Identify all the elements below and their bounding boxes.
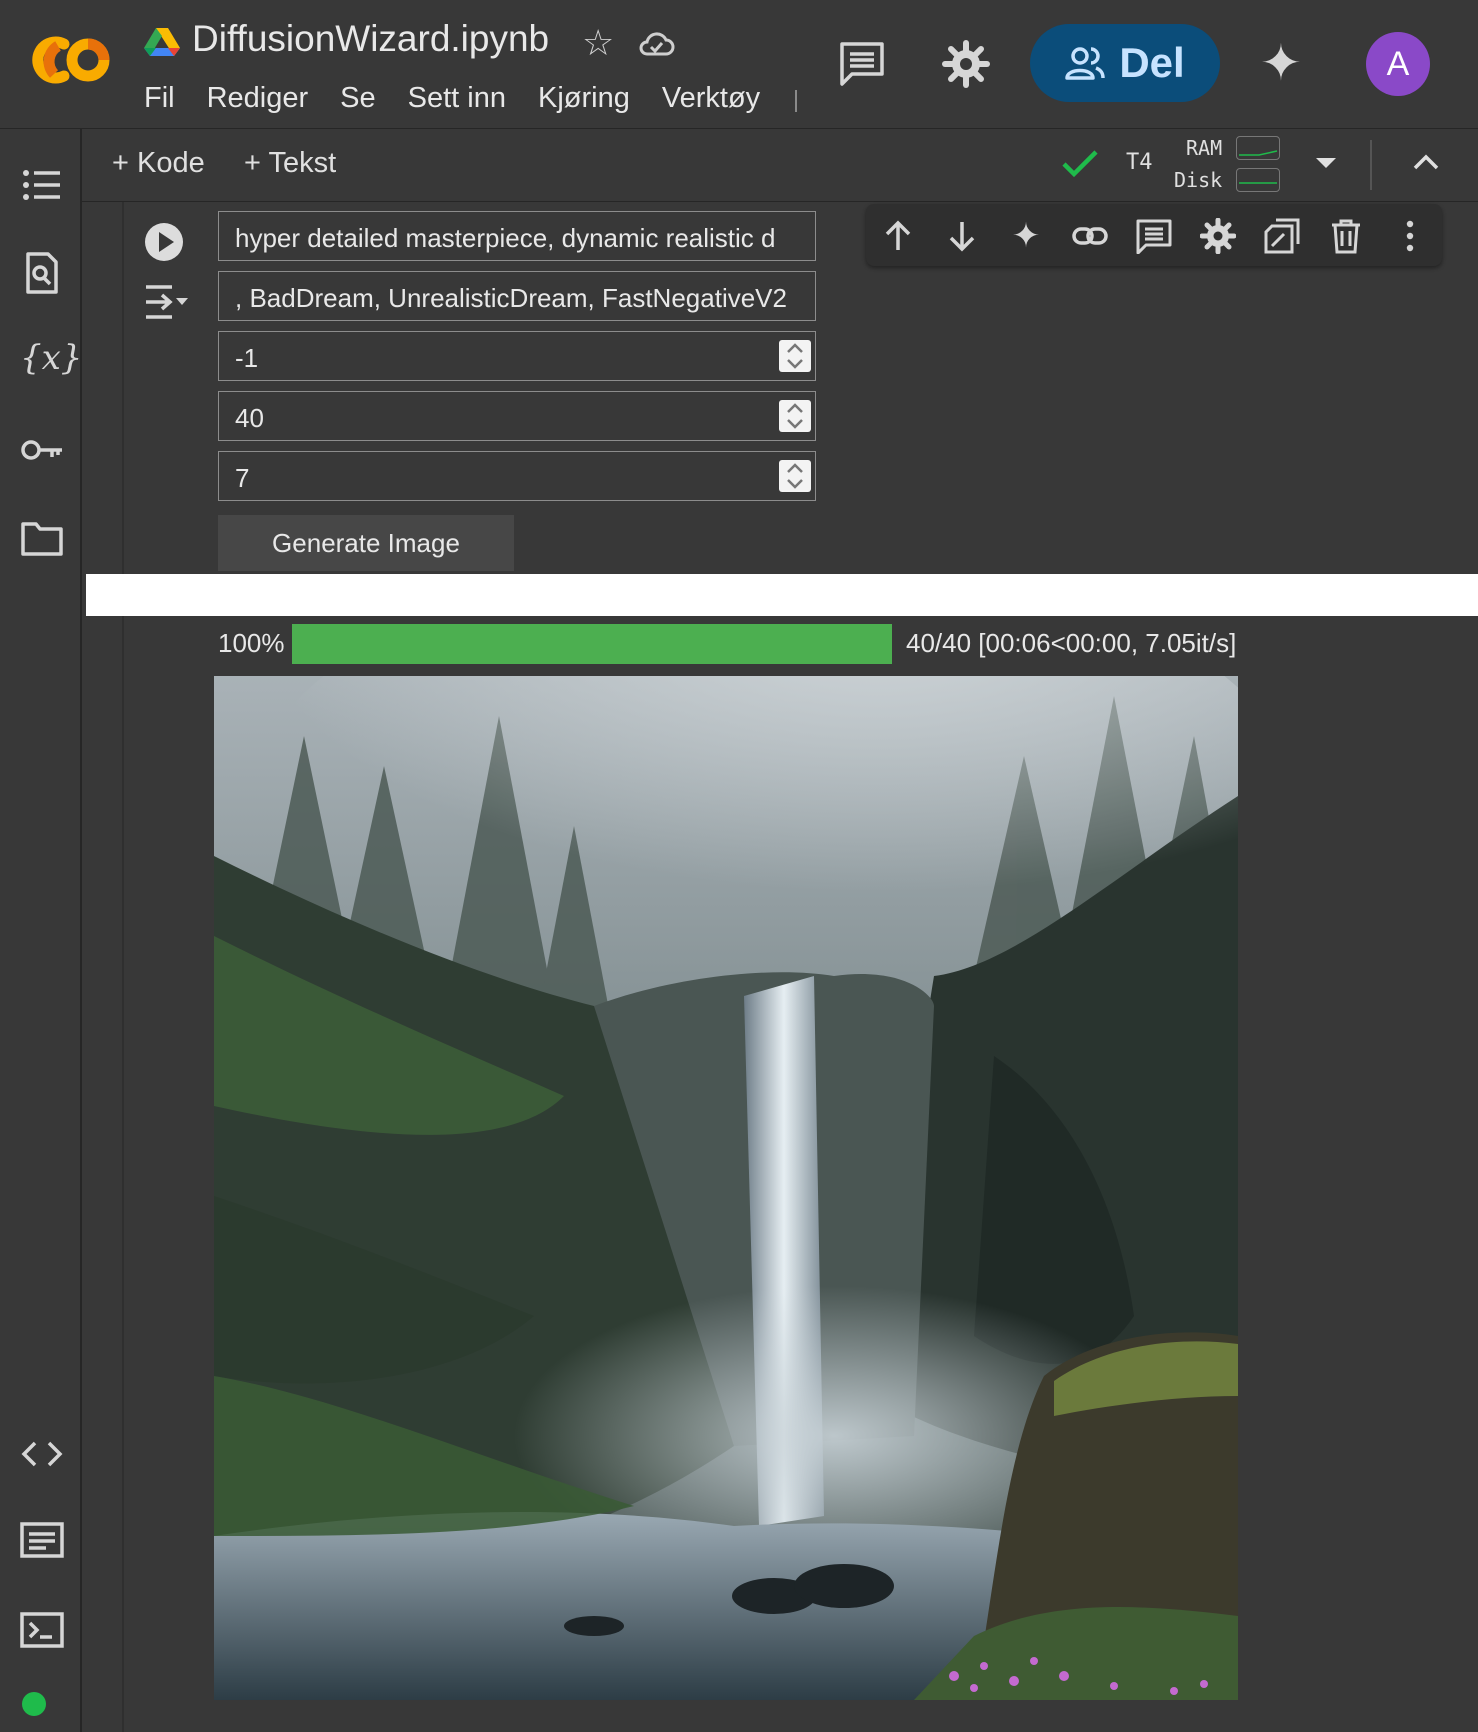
steps-stepper[interactable]	[779, 400, 811, 432]
output-separator	[86, 574, 1478, 616]
chevron-up-icon[interactable]	[1412, 150, 1440, 174]
terminal-icon[interactable]	[20, 1608, 64, 1652]
guidance-input[interactable]: 7	[218, 451, 816, 501]
star-icon[interactable]: ☆	[582, 22, 614, 64]
connected-check-icon	[1062, 150, 1098, 178]
collapse-output-icon[interactable]	[142, 282, 190, 322]
disk-label[interactable]: Disk	[1174, 168, 1222, 192]
run-icon[interactable]	[144, 222, 184, 262]
seed-value: -1	[235, 343, 259, 373]
comment-icon[interactable]	[1136, 218, 1172, 254]
toc-icon[interactable]	[20, 163, 64, 207]
steps-value: 40	[235, 403, 264, 433]
progress-bar	[292, 624, 892, 664]
chevron-down-icon[interactable]	[1316, 158, 1336, 168]
share-people-icon	[1065, 47, 1106, 80]
gemini-sparkle-icon[interactable]: ✦	[1008, 218, 1044, 254]
add-code-button[interactable]: + Kode	[112, 147, 205, 180]
guidance-stepper[interactable]	[779, 460, 811, 492]
cloud-icon[interactable]	[636, 26, 676, 62]
progress-percent: 100%	[218, 628, 285, 658]
menu-file[interactable]: Fil	[144, 82, 175, 115]
menu-divider	[795, 90, 797, 112]
runtime-type-label[interactable]: T4	[1126, 150, 1153, 175]
code-snippets-icon[interactable]	[20, 1432, 64, 1476]
menu-tools[interactable]: Verktøy	[662, 82, 760, 115]
generated-image	[214, 676, 1238, 1700]
delete-icon[interactable]	[1328, 218, 1364, 254]
share-button[interactable]: Del	[1030, 24, 1220, 102]
arrow-down-icon[interactable]	[944, 218, 980, 254]
gear-icon[interactable]	[942, 40, 990, 88]
ram-meter[interactable]	[1236, 136, 1280, 160]
menu-bar: Fil Rediger Se Sett inn Kjøring Verktøy	[144, 82, 760, 115]
progress-bar-fill	[292, 624, 892, 664]
arrow-up-icon[interactable]	[880, 218, 916, 254]
notebook-title[interactable]: DiffusionWizard.ipynb	[192, 18, 549, 60]
comment-icon[interactable]	[838, 40, 886, 86]
add-text-button[interactable]: + Tekst	[244, 147, 336, 180]
key-icon[interactable]	[20, 428, 64, 472]
gear-icon[interactable]	[1200, 218, 1236, 254]
prompt-input[interactable]: hyper detailed masterpiece, dynamic real…	[218, 211, 816, 261]
folder-icon[interactable]	[20, 516, 64, 560]
ram-label[interactable]: RAM	[1186, 136, 1222, 160]
mirror-cell-icon[interactable]	[1264, 218, 1300, 254]
gemini-sparkle-icon[interactable]: ✦	[1260, 38, 1302, 88]
generate-image-button[interactable]: Generate Image	[218, 515, 514, 571]
find-icon[interactable]	[20, 251, 64, 295]
cell-toolbar: ✦	[866, 204, 1442, 266]
menu-view[interactable]: Se	[340, 82, 375, 115]
menu-edit[interactable]: Rediger	[207, 82, 309, 115]
drive-icon	[144, 28, 180, 56]
seed-stepper[interactable]	[779, 340, 811, 372]
connection-status-dot	[22, 1692, 46, 1716]
steps-input[interactable]: 40	[218, 391, 816, 441]
colab-logo[interactable]	[28, 30, 112, 90]
avatar[interactable]: A	[1366, 32, 1430, 96]
progress-stats: 40/40 [00:06<00:00, 7.05it/s]	[906, 628, 1237, 658]
link-icon[interactable]	[1072, 218, 1108, 254]
menu-runtime[interactable]: Kjøring	[538, 82, 630, 115]
guidance-value: 7	[235, 463, 250, 493]
variables-icon[interactable]: {𝑥}	[20, 336, 82, 380]
seed-input[interactable]: -1	[218, 331, 816, 381]
cell-gutter	[122, 202, 124, 1732]
toolbar-divider	[1370, 140, 1372, 190]
command-palette-icon[interactable]	[20, 1518, 64, 1562]
more-vert-icon[interactable]	[1392, 218, 1428, 254]
negative-prompt-input[interactable]: , BadDream, UnrealisticDream, FastNegati…	[218, 271, 816, 321]
disk-meter[interactable]	[1236, 168, 1280, 192]
menu-insert[interactable]: Sett inn	[408, 82, 506, 115]
share-label: Del	[1119, 39, 1185, 86]
